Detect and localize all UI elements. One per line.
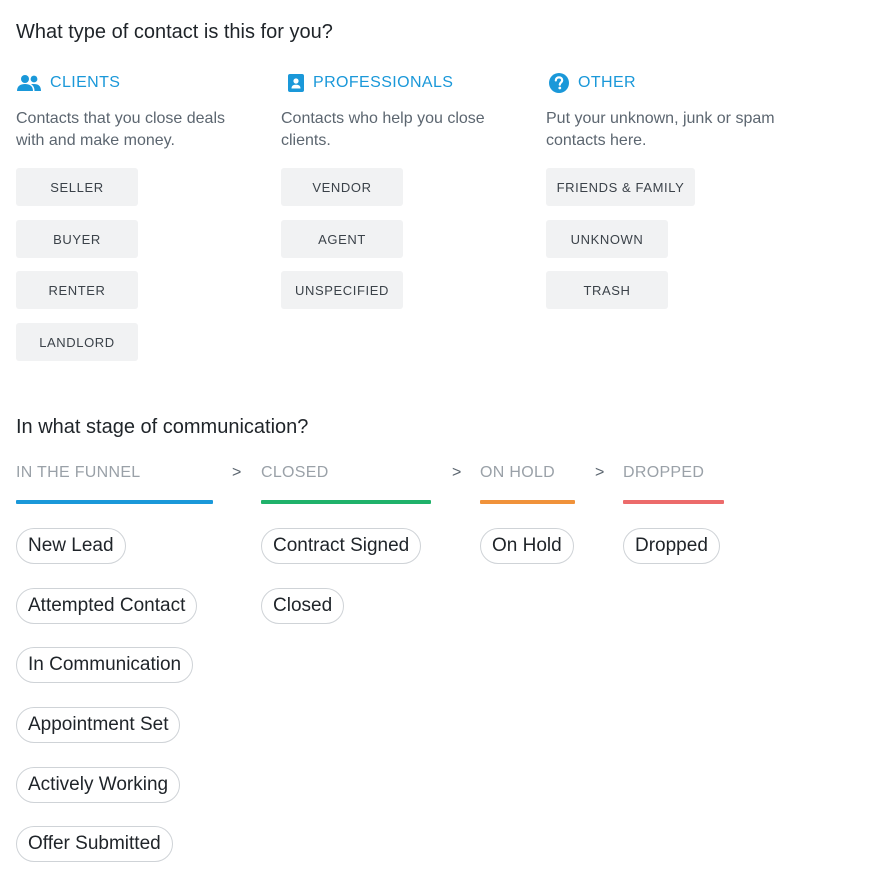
chevron-right-icon: > (452, 464, 462, 481)
contact-type-heading: What type of contact is this for you? (16, 21, 333, 43)
funnel-label: IN THE FUNNEL (16, 464, 141, 481)
question-circle-icon (548, 72, 570, 94)
people-icon (16, 73, 42, 93)
stage-closed[interactable]: Closed (261, 588, 345, 624)
stage-heading: In what stage of communication? (16, 416, 309, 438)
chevron-right-icon: > (232, 464, 242, 481)
stage-in-communication[interactable]: In Communication (16, 647, 194, 683)
buyer-button[interactable]: BUYER (16, 220, 138, 258)
seller-button[interactable]: SELLER (16, 168, 138, 206)
landlord-button[interactable]: LANDLORD (16, 323, 138, 361)
clients-header: CLIENTS (16, 73, 120, 93)
renter-button[interactable]: RENTER (16, 271, 138, 309)
contact-card-icon (287, 73, 305, 93)
professionals-description: Contacts who help you close clients. (281, 110, 485, 149)
other-label: OTHER (578, 74, 636, 91)
on-hold-color-bar (480, 500, 575, 504)
stage-attempted-contact[interactable]: Attempted Contact (16, 588, 198, 624)
agent-button[interactable]: AGENT (281, 220, 403, 258)
trash-button[interactable]: TRASH (546, 271, 668, 309)
other-header: OTHER (548, 72, 636, 94)
on-hold-label: ON HOLD (480, 464, 555, 481)
stage-offer-submitted[interactable]: Offer Submitted (16, 826, 173, 862)
stage-new-lead[interactable]: New Lead (16, 528, 126, 564)
professionals-label: PROFESSIONALS (313, 74, 454, 91)
funnel-color-bar (16, 500, 213, 504)
closed-label: CLOSED (261, 464, 329, 481)
closed-color-bar (261, 500, 431, 504)
unknown-button[interactable]: UNKNOWN (546, 220, 668, 258)
professionals-header: PROFESSIONALS (287, 73, 453, 93)
stage-dropped[interactable]: Dropped (623, 528, 720, 564)
dropped-color-bar (623, 500, 724, 504)
clients-label: CLIENTS (50, 74, 121, 91)
stage-contract-signed[interactable]: Contract Signed (261, 528, 422, 564)
stage-appointment-set[interactable]: Appointment Set (16, 707, 181, 743)
friends-family-button[interactable]: FRIENDS & FAMILY (546, 168, 695, 206)
other-description: Put your unknown, junk or spam contacts … (546, 110, 775, 149)
stage-actively-working[interactable]: Actively Working (16, 767, 181, 803)
unspecified-button[interactable]: UNSPECIFIED (281, 271, 403, 309)
clients-description: Contacts that you close deals with and m… (16, 110, 226, 149)
dropped-label: DROPPED (623, 464, 705, 481)
vendor-button[interactable]: VENDOR (281, 168, 403, 206)
stage-on-hold[interactable]: On Hold (480, 528, 574, 564)
chevron-right-icon: > (595, 464, 605, 481)
